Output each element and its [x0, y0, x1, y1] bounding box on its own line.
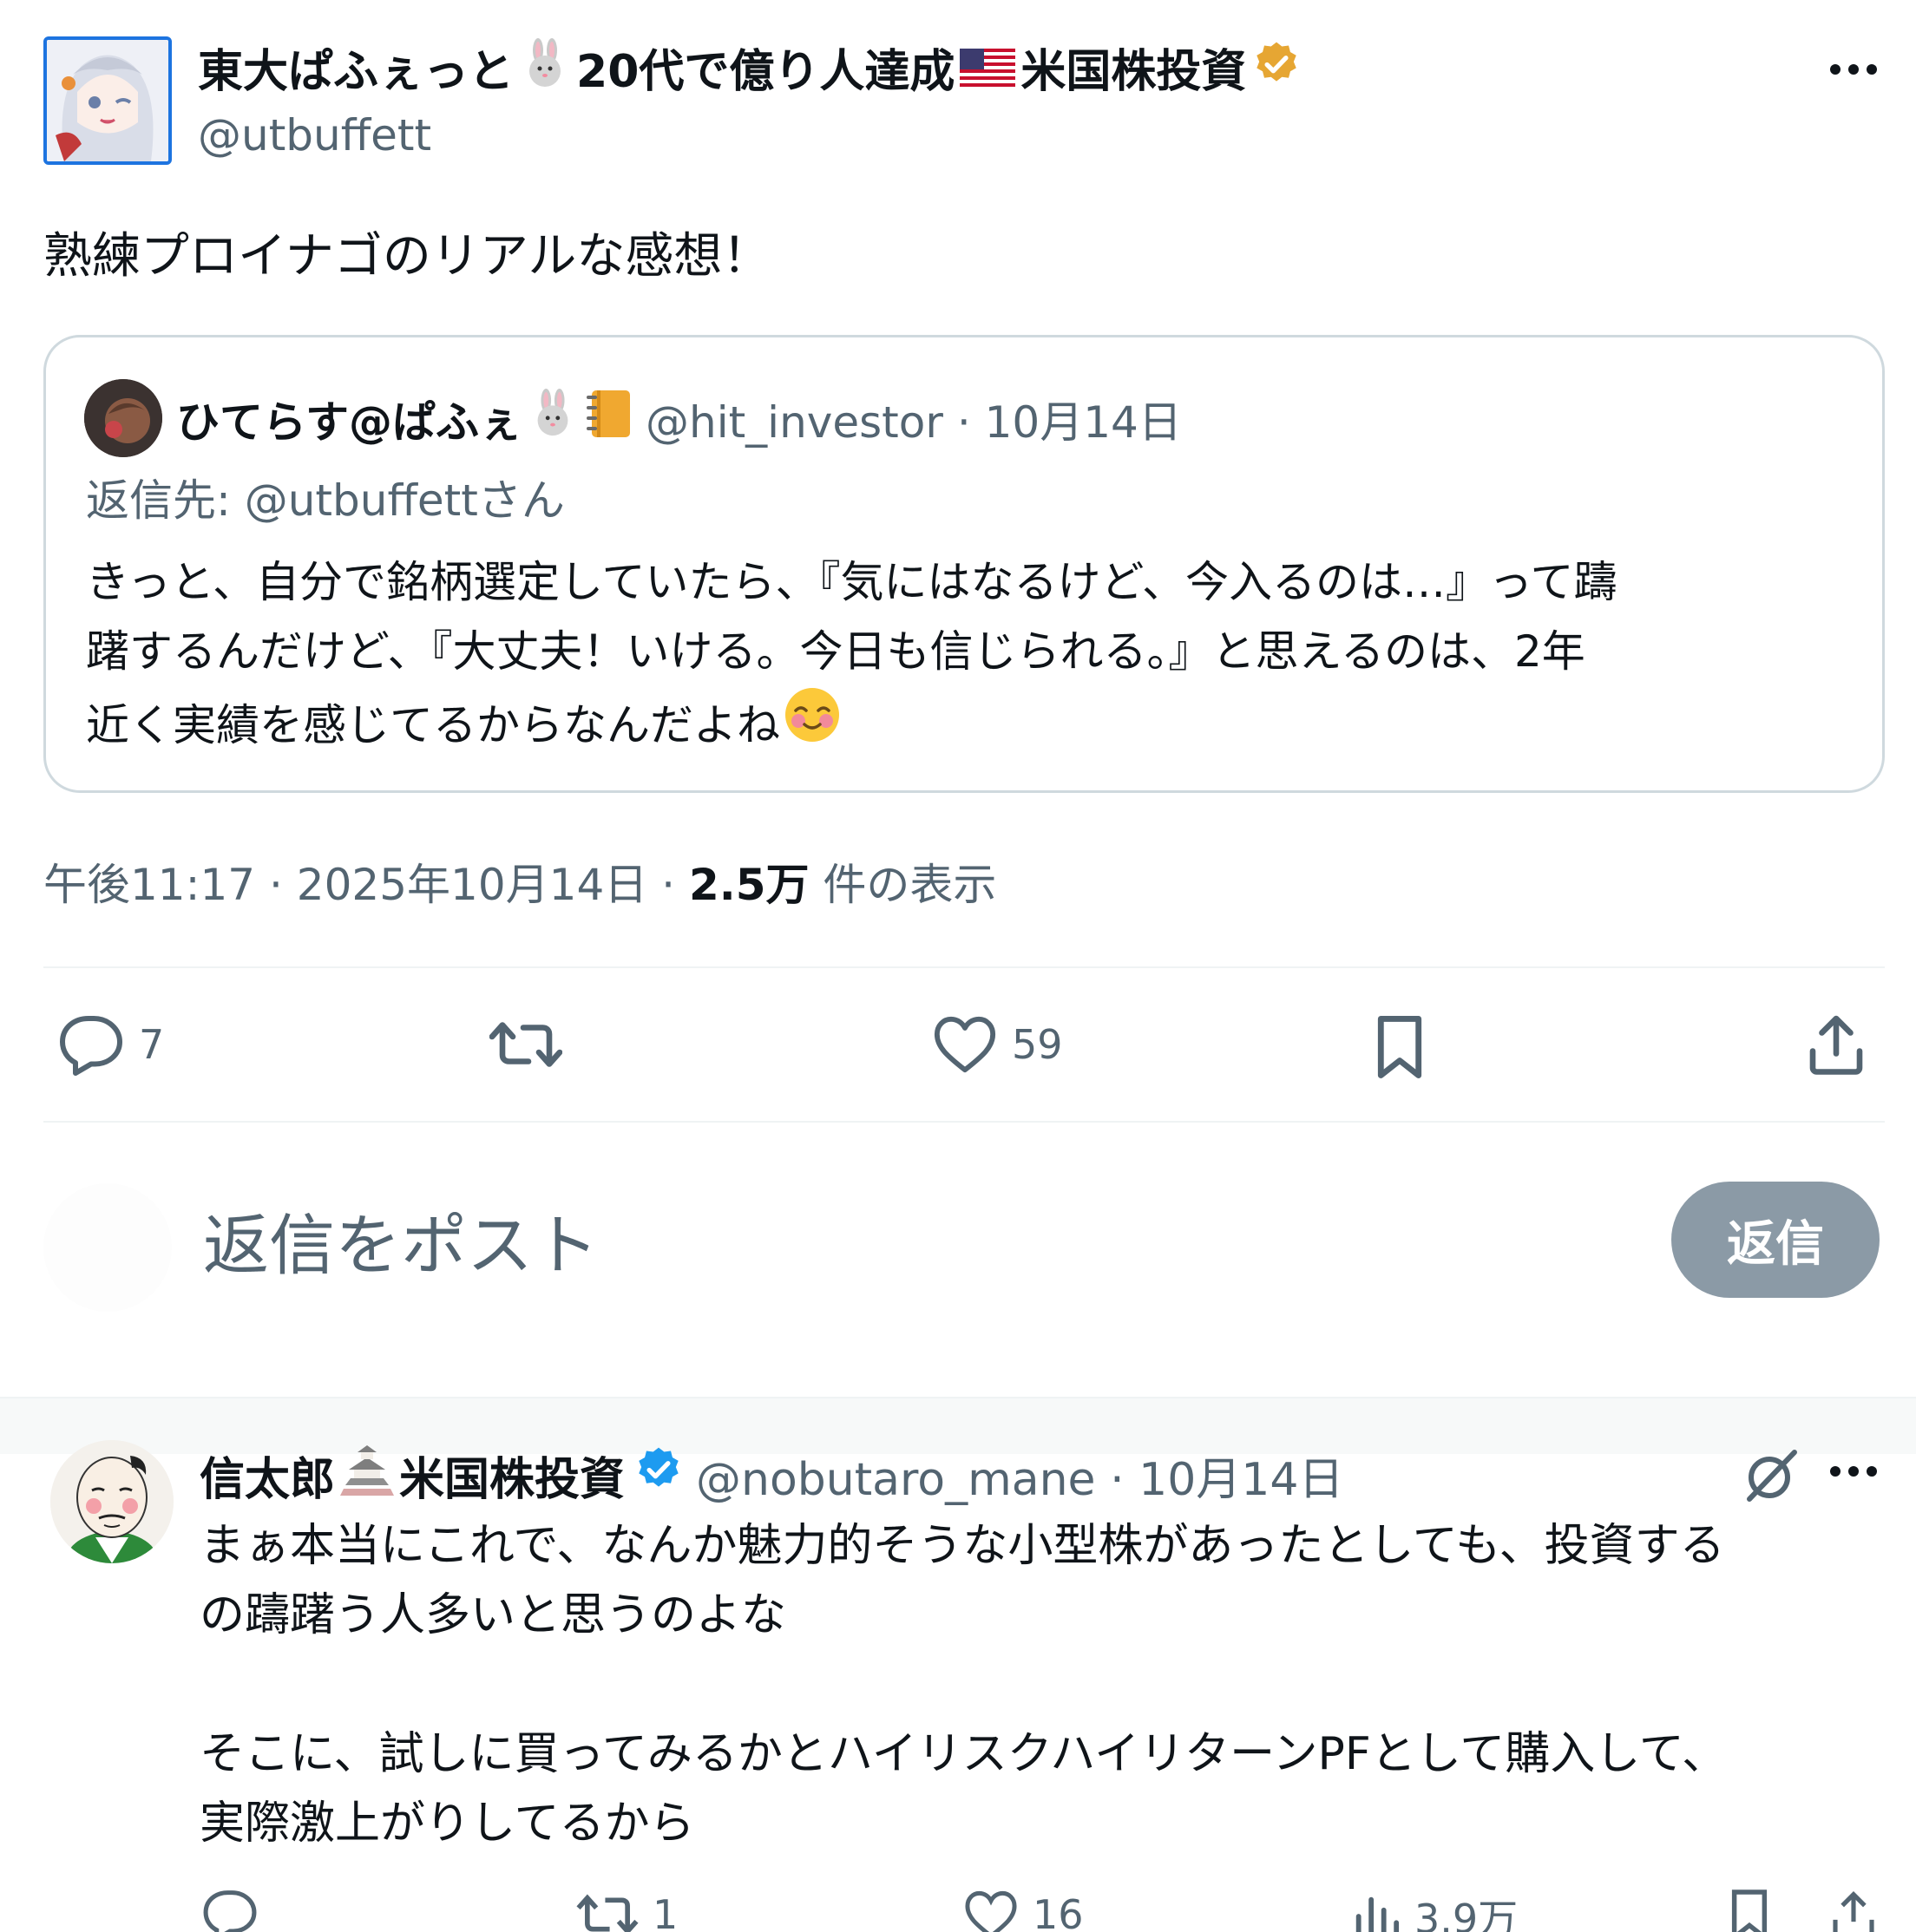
analytics-icon [1355, 1896, 1400, 1932]
current-user-avatar [43, 1183, 172, 1312]
reply-to-label: 返信先: @utbuffettさん [86, 475, 565, 526]
quoted-handle-date[interactable]: @hit_investor · 10月14日 [646, 388, 1182, 450]
reply-handle-date[interactable]: @nobutaro_mane · 10月14日 [696, 1443, 1343, 1508]
divider [43, 1121, 1885, 1123]
reply-tweet-share-button[interactable] [1829, 1888, 1878, 1932]
reply-author-name[interactable]: 信太郎 米国株投資 [200, 1443, 684, 1508]
like-count: 59 [1012, 1021, 1063, 1068]
anime-avatar-image [47, 40, 168, 161]
us-flag-icon [960, 42, 1016, 102]
retweet-icon [576, 1894, 639, 1932]
share-button[interactable] [1805, 1012, 1867, 1077]
bookmark-button[interactable] [1373, 1013, 1427, 1081]
reply-icon [60, 1016, 122, 1076]
view-count-label: 件の表示 [809, 860, 997, 910]
heart-icon [965, 1890, 1017, 1932]
tweet-text: 熟練プロイナゴのリアルな感想！ [43, 228, 771, 285]
reply-button[interactable]: 7 [57, 1013, 164, 1076]
reply-input[interactable]: 返信をポスト [203, 1202, 599, 1289]
reply-tweet-views-button[interactable]: 3.9万 [1350, 1888, 1518, 1932]
reply-tweet-retweet-button[interactable]: 1 [576, 1888, 678, 1932]
retweet-button[interactable] [489, 1013, 576, 1076]
reply-submit-button[interactable]: 返信 [1671, 1182, 1880, 1298]
verified-badge-icon [1251, 39, 1302, 105]
tweet-timestamp[interactable]: 午後11:17 · 2025年10月14日 · [43, 860, 689, 910]
rabbit-icon [528, 389, 578, 449]
bookmark-icon [1731, 1889, 1768, 1932]
reply-icon [203, 1890, 257, 1932]
reply-author-avatar[interactable] [50, 1440, 174, 1563]
notebook-icon [583, 387, 635, 451]
quoted-tweet[interactable]: ひてらす@ぱふぇ @hit_investor · 10月14日 返信先: @ut… [43, 335, 1885, 793]
japanese-castle-icon [338, 1444, 396, 1507]
quoted-author-avatar[interactable] [84, 379, 162, 457]
tweet-meta: 午後11:17 · 2025年10月14日 · 2.5万 件の表示 [43, 854, 996, 916]
reply-tweet-like-button[interactable]: 16 [963, 1888, 1084, 1932]
more-options-icon[interactable] [1822, 43, 1885, 95]
rabbit-icon [519, 38, 571, 106]
share-icon [1809, 1015, 1863, 1075]
reply-tweet-reply-button[interactable] [201, 1888, 272, 1932]
grok-icon[interactable] [1741, 1445, 1801, 1506]
quoted-author-name[interactable]: ひてらす@ぱふぇ [176, 388, 522, 450]
author-name[interactable]: 東大ぱふぇっと 20代で億り人達成 米国株投資 [198, 38, 1307, 106]
author-avatar[interactable] [43, 36, 172, 165]
reply-tweet-bookmark-button[interactable] [1727, 1888, 1772, 1932]
reply-tweet-text: まぁ本当にこれで、なんか魅力的そうな小型株があったとしても、投資する の躊躇う人… [200, 1520, 1728, 1850]
author-handle[interactable]: @utbuffett [198, 108, 431, 163]
more-options-icon[interactable] [1822, 1445, 1885, 1497]
smiling-face-icon [784, 686, 841, 763]
reply-count: 7 [139, 1021, 165, 1068]
verified-badge-icon [633, 1444, 684, 1506]
divider [43, 966, 1885, 968]
quoted-tweet-text: きっと、自分で銘柄選定していたら、『気にはなるけど、今入るのは…』って躊 躇する… [86, 547, 1856, 763]
bookmark-icon [1377, 1016, 1422, 1078]
like-button[interactable]: 59 [932, 1013, 1063, 1076]
heart-icon [934, 1016, 996, 1073]
view-count: 2.5万 [688, 860, 810, 910]
share-icon [1833, 1891, 1874, 1932]
retweet-icon [489, 1022, 562, 1067]
